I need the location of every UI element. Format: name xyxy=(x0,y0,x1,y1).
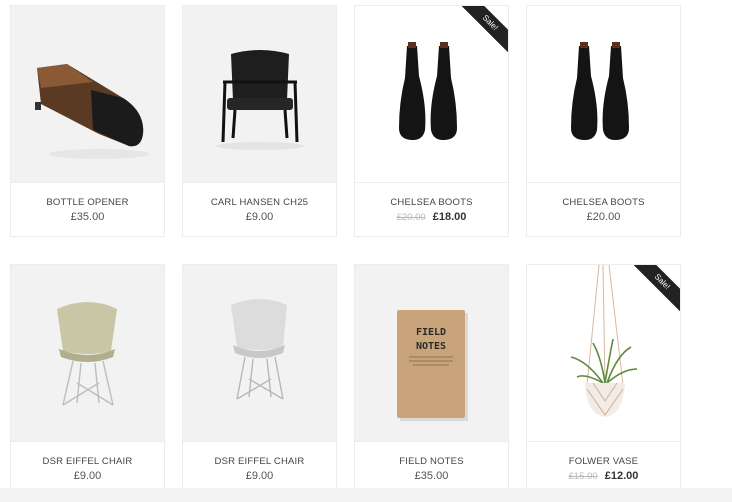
product-name[interactable]: DSR EIFFEL CHAIR xyxy=(183,456,336,467)
product-name[interactable]: FOLWER VASE xyxy=(527,456,680,467)
product-card[interactable]: BOTTLE OPENER £35.00 xyxy=(10,5,165,237)
product-card[interactable]: DSR EIFFEL CHAIR £9.00 xyxy=(182,264,337,496)
bottle-opener-image xyxy=(35,64,149,159)
product-name[interactable]: CHELSEA BOOTS xyxy=(527,197,680,208)
current-price: £9.00 xyxy=(73,470,102,482)
chair-image xyxy=(57,302,117,406)
product-image[interactable] xyxy=(183,6,336,182)
product-price: £9.00 xyxy=(183,211,336,223)
current-price: £9.00 xyxy=(245,211,274,223)
original-price: £20.00 xyxy=(396,212,426,223)
product-name[interactable]: BOTTLE OPENER xyxy=(11,197,164,208)
sale-ribbon: Sale! xyxy=(462,6,508,52)
notebook-title-1: FIELD xyxy=(416,327,446,338)
armchair-image xyxy=(216,50,304,150)
product-price: £20.00 £18.00 xyxy=(355,211,508,223)
original-price: £15.00 xyxy=(568,471,598,482)
product-name[interactable]: CHELSEA BOOTS xyxy=(355,197,508,208)
product-image[interactable] xyxy=(11,265,164,441)
sale-price: £18.00 xyxy=(432,211,467,223)
product-info: CARL HANSEN CH25 £9.00 xyxy=(183,182,336,236)
product-card[interactable]: DSR EIFFEL CHAIR £9.00 xyxy=(10,264,165,496)
product-card[interactable]: CHELSEA BOOTS £20.00 xyxy=(526,5,681,237)
product-image[interactable] xyxy=(527,6,680,182)
product-price: £9.00 xyxy=(183,470,336,482)
product-card[interactable]: Sale! CHELSEA BOOTS £20.00 £18.00 xyxy=(354,5,509,237)
current-price: £9.00 xyxy=(245,470,274,482)
notebook-image: FIELD NOTES xyxy=(397,310,468,421)
sale-price: £12.00 xyxy=(604,470,639,482)
product-info: BOTTLE OPENER £35.00 xyxy=(11,182,164,236)
product-card[interactable]: FIELD NOTES FIELD NOTES £35.00 xyxy=(354,264,509,496)
product-info: DSR EIFFEL CHAIR £9.00 xyxy=(183,441,336,495)
product-price: £15.00 £12.00 xyxy=(527,470,680,482)
current-price: £20.00 xyxy=(586,211,621,223)
product-info: DSR EIFFEL CHAIR £9.00 xyxy=(11,441,164,495)
sale-label: Sale! xyxy=(462,6,508,52)
product-card[interactable]: Sale! FOLWER VASE £15.00 £12.00 xyxy=(526,264,681,496)
product-image[interactable]: FIELD NOTES xyxy=(355,265,508,441)
product-image[interactable]: Sale! xyxy=(527,265,680,441)
product-name[interactable]: FIELD NOTES xyxy=(355,456,508,467)
product-info: FIELD NOTES £35.00 xyxy=(355,441,508,495)
product-name[interactable]: DSR EIFFEL CHAIR xyxy=(11,456,164,467)
product-image[interactable] xyxy=(11,6,164,182)
sale-label: Sale! xyxy=(634,265,680,311)
product-price: £35.00 xyxy=(355,470,508,482)
product-price: £35.00 xyxy=(11,211,164,223)
notebook-title-2: NOTES xyxy=(416,341,446,352)
product-price: £20.00 xyxy=(527,211,680,223)
product-info: CHELSEA BOOTS £20.00 £18.00 xyxy=(355,182,508,236)
page-bottom-bar xyxy=(0,488,732,502)
chair-image xyxy=(231,299,287,400)
sale-ribbon: Sale! xyxy=(634,265,680,311)
product-name[interactable]: CARL HANSEN CH25 xyxy=(183,197,336,208)
product-info: CHELSEA BOOTS £20.00 xyxy=(527,182,680,236)
product-card[interactable]: CARL HANSEN CH25 £9.00 xyxy=(182,5,337,237)
boots-image xyxy=(571,42,629,140)
product-image[interactable] xyxy=(183,265,336,441)
current-price: £35.00 xyxy=(414,470,449,482)
product-price: £9.00 xyxy=(11,470,164,482)
current-price: £35.00 xyxy=(70,211,105,223)
product-info: FOLWER VASE £15.00 £12.00 xyxy=(527,441,680,495)
product-image[interactable]: Sale! xyxy=(355,6,508,182)
